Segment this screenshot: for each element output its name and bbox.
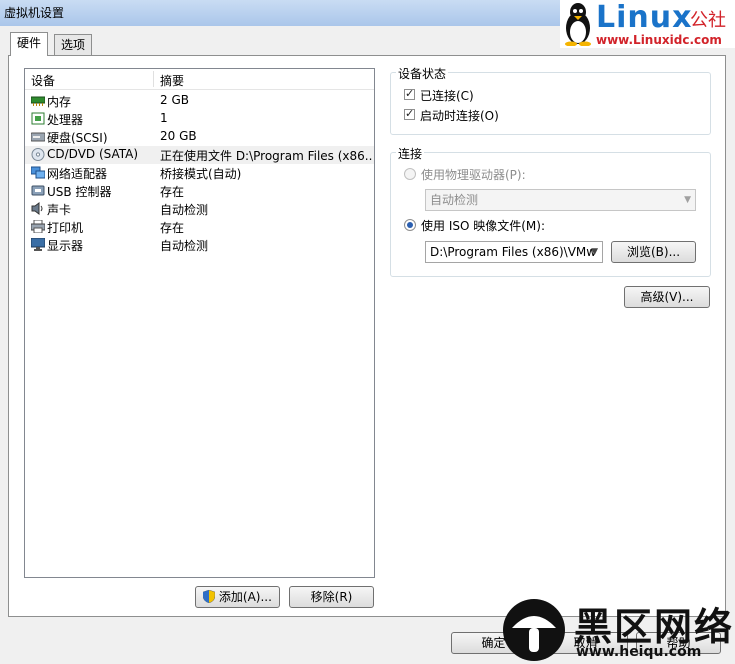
physical-drive-select[interactable]: 自动检测 ▼ xyxy=(425,189,696,211)
mushroom-logo-icon xyxy=(503,599,565,661)
device-row-memory[interactable]: 内存 2 GB xyxy=(25,92,374,110)
device-row-processor[interactable]: 处理器 1 xyxy=(25,110,374,128)
device-name: USB 控制器 xyxy=(47,185,112,199)
device-name: CD/DVD (SATA) xyxy=(47,147,139,161)
iso-path-combo[interactable]: D:\Program Files (x86)\VMw ▼ xyxy=(425,241,603,263)
heiqu-name: 黑区网络 xyxy=(574,605,735,649)
connected-label[interactable]: 已连接(C) xyxy=(420,87,474,104)
device-row-usb[interactable]: USB 控制器 存在 xyxy=(25,182,374,200)
window-title: 虚拟机设置 xyxy=(4,6,65,20)
device-name: 显示器 xyxy=(47,239,84,253)
tab-hardware[interactable]: 硬件 xyxy=(10,32,49,56)
browse-button[interactable]: 浏览(B)... xyxy=(611,241,696,263)
device-summary: 正在使用文件 D:\Program Files (x86... xyxy=(160,149,372,163)
logo-linux-text: Linux xyxy=(596,0,693,35)
usb-icon xyxy=(31,185,45,196)
network-adapter-icon xyxy=(31,166,45,179)
remove-device-label: 移除(R) xyxy=(310,590,353,604)
use-physical-drive-label[interactable]: 使用物理驱动器(P): xyxy=(421,166,526,183)
device-summary: 自动检测 xyxy=(160,239,209,253)
device-name: 打印机 xyxy=(47,221,84,235)
device-row-cd-dvd[interactable]: CD/DVD (SATA) 正在使用文件 D:\Program Files (x… xyxy=(25,146,374,164)
remove-device-button[interactable]: 移除(R) xyxy=(289,586,374,608)
monitor-icon xyxy=(31,238,45,251)
device-list-header: 设备 摘要 xyxy=(25,69,374,90)
tab-options-label: 选项 xyxy=(61,38,86,52)
cd-dvd-icon xyxy=(31,148,45,161)
device-summary: 存在 xyxy=(160,185,185,199)
device-row-network-adapter[interactable]: 网络适配器 桥接模式(自动) xyxy=(25,164,374,182)
use-iso-file-label[interactable]: 使用 ISO 映像文件(M): xyxy=(421,217,545,234)
device-summary: 存在 xyxy=(160,221,185,235)
uac-shield-icon xyxy=(202,589,216,604)
device-row-printer[interactable]: 打印机 存在 xyxy=(25,218,374,236)
device-status-title: 设备状态 xyxy=(396,65,449,82)
device-row-harddisk[interactable]: 硬盘(SCSI) 20 GB xyxy=(25,128,374,146)
device-summary: 2 GB xyxy=(160,93,189,107)
logo-url-text: www.Linuxidc.com xyxy=(596,33,722,47)
iso-path-value: D:\Program Files (x86)\VMw xyxy=(430,245,597,259)
advanced-button[interactable]: 高级(V)... xyxy=(624,286,710,308)
column-header-device[interactable]: 设备 xyxy=(31,72,55,89)
chevron-down-icon[interactable]: ▼ xyxy=(591,242,598,262)
heiqu-watermark: 黑区网络 www.heiqu.com xyxy=(498,596,735,664)
device-name: 处理器 xyxy=(47,113,84,127)
sound-card-icon xyxy=(31,202,43,215)
device-name: 内存 xyxy=(47,95,72,109)
advanced-label: 高级(V)... xyxy=(640,290,694,304)
device-name: 网络适配器 xyxy=(47,167,108,181)
device-name: 硬盘(SCSI) xyxy=(47,131,108,145)
connection-title: 连接 xyxy=(396,145,425,162)
processor-icon xyxy=(31,112,45,125)
memory-icon xyxy=(31,96,45,106)
add-device-label: 添加(A)... xyxy=(218,590,272,604)
physical-drive-value: 自动检测 xyxy=(430,193,479,207)
connect-on-start-label[interactable]: 启动时连接(O) xyxy=(420,107,499,124)
device-summary: 1 xyxy=(160,111,168,125)
chevron-down-icon: ▼ xyxy=(684,195,691,205)
add-device-button[interactable]: 添加(A)... xyxy=(195,586,280,608)
device-row-sound-card[interactable]: 声卡 自动检测 xyxy=(25,200,374,218)
device-summary: 桥接模式(自动) xyxy=(160,167,242,181)
browse-label: 浏览(B)... xyxy=(626,245,681,259)
connected-checkbox[interactable] xyxy=(404,87,415,100)
tab-options[interactable]: 选项 xyxy=(54,34,93,56)
device-name: 声卡 xyxy=(47,203,72,217)
linuxidc-logo: Linux 公社 www.Linuxidc.com xyxy=(560,0,735,48)
heiqu-url: www.heiqu.com xyxy=(576,644,702,660)
column-header-summary[interactable]: 摘要 xyxy=(160,72,184,89)
penguin-icon xyxy=(565,3,591,46)
device-summary: 20 GB xyxy=(160,129,197,143)
device-list[interactable]: 设备 摘要 内存 2 GB 处理器 1 硬盘(SCSI) 20 GB CD/DV… xyxy=(24,68,375,578)
device-summary: 自动检测 xyxy=(160,203,209,217)
logo-gong-text: 公社 xyxy=(690,10,726,31)
device-row-monitor[interactable]: 显示器 自动检测 xyxy=(25,236,374,254)
use-physical-drive-radio[interactable] xyxy=(404,168,416,180)
harddisk-icon xyxy=(31,132,45,142)
connect-on-start-checkbox[interactable] xyxy=(404,107,415,120)
tab-hardware-label: 硬件 xyxy=(17,36,42,50)
use-iso-file-radio[interactable] xyxy=(404,219,416,231)
printer-icon xyxy=(31,220,45,233)
